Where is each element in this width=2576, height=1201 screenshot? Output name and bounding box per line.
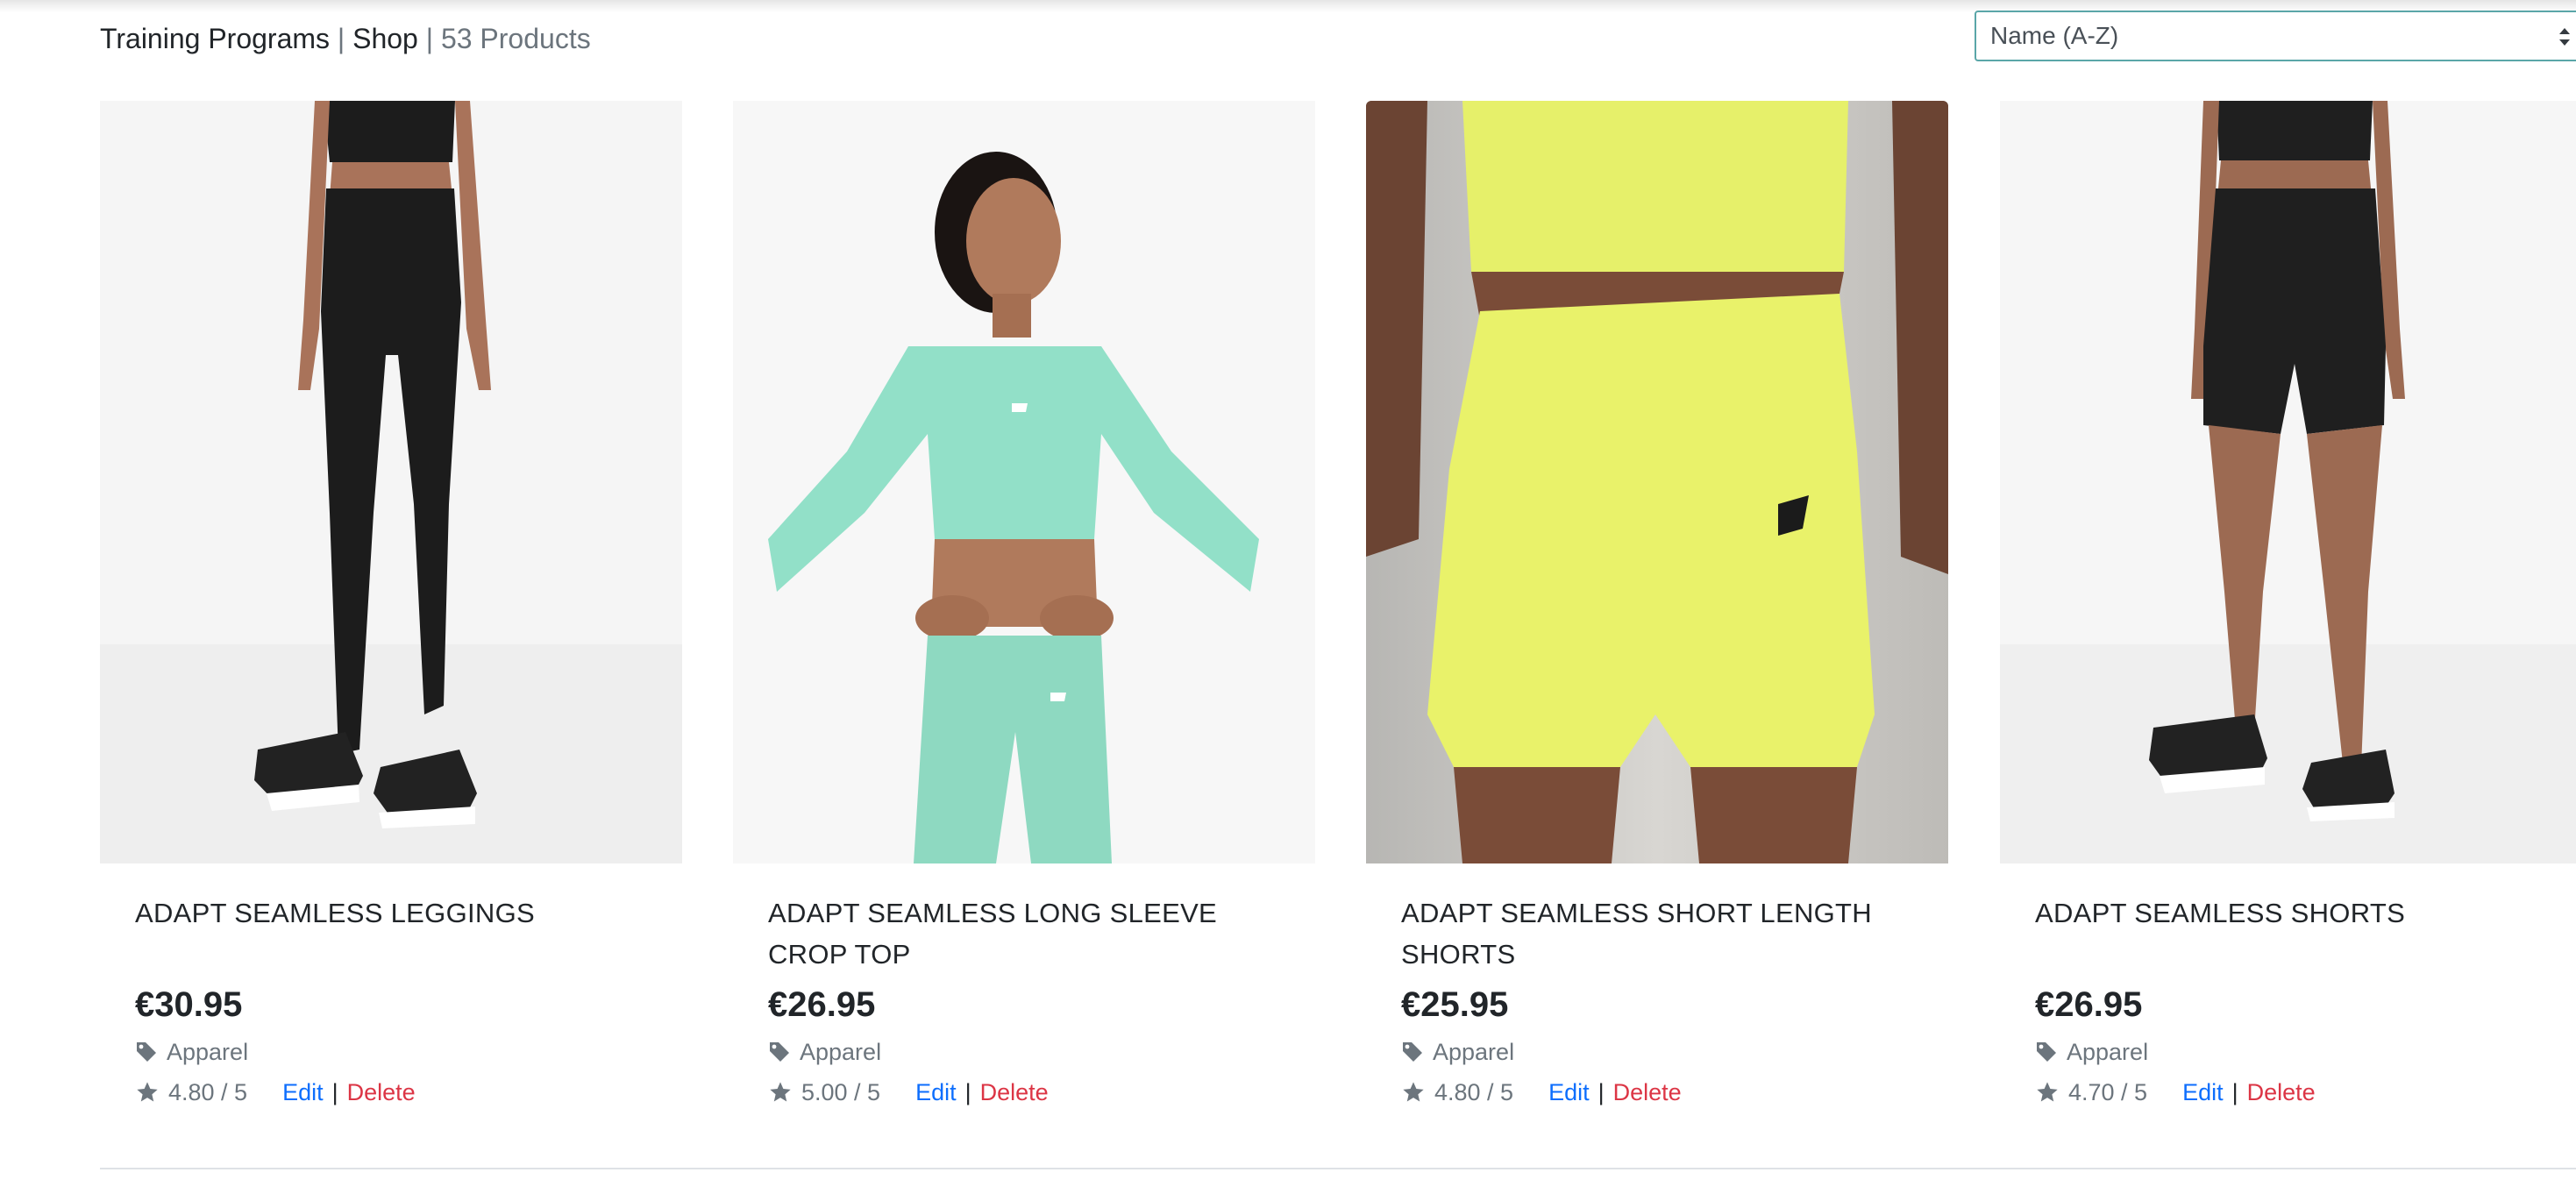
link-separator: |: [2231, 1079, 2238, 1105]
star-icon: [1403, 1082, 1424, 1102]
product-price: €30.95: [135, 985, 243, 1024]
link-separator: |: [331, 1079, 338, 1105]
product-image[interactable]: [733, 101, 1315, 863]
product-category: Apparel: [135, 1036, 647, 1068]
product-card[interactable]: ADAPT SEAMLESS SHORTS €26.95 Apparel 4.7…: [2000, 101, 2576, 1108]
product-meta: 5.00 / 5 Edit | Delete: [768, 1077, 1280, 1108]
edit-link[interactable]: Edit: [1548, 1077, 1590, 1108]
product-image[interactable]: [2000, 101, 2576, 863]
star-icon: [137, 1082, 158, 1102]
product-price: €26.95: [2035, 985, 2143, 1024]
edit-link[interactable]: Edit: [2182, 1077, 2224, 1108]
product-rating: 4.80 / 5: [168, 1079, 248, 1105]
product-card-body: ADAPT SEAMLESS LONG SLEEVE CROP TOP €26.…: [733, 892, 1315, 1108]
delete-link[interactable]: Delete: [1613, 1077, 1682, 1108]
edit-link[interactable]: Edit: [282, 1077, 324, 1108]
product-meta: 4.80 / 5 Edit | Delete: [135, 1077, 647, 1108]
product-photo-shorts: [2000, 101, 2576, 863]
product-photo-crop-top: [733, 101, 1315, 863]
star-icon: [2037, 1082, 2058, 1102]
product-category: Apparel: [1401, 1036, 1913, 1068]
sort-arrows-icon: [2559, 28, 2570, 46]
sort-select-value: Name (A-Z): [1990, 22, 2119, 49]
product-category-label: Apparel: [2067, 1039, 2149, 1065]
delete-link[interactable]: Delete: [347, 1077, 416, 1108]
product-card-body: ADAPT SEAMLESS SHORT LENGTH SHORTS €25.9…: [1366, 892, 1948, 1108]
delete-link[interactable]: Delete: [2247, 1077, 2316, 1108]
link-separator: |: [964, 1079, 971, 1105]
product-rating: 4.80 / 5: [1434, 1079, 1514, 1105]
product-image[interactable]: [1366, 101, 1948, 863]
tag-icon: [137, 1042, 156, 1062]
product-photo-short-length-shorts: [1366, 101, 1948, 863]
product-meta: 4.70 / 5 Edit | Delete: [2035, 1077, 2547, 1108]
star-icon: [770, 1082, 791, 1102]
breadcrumb-training-programs[interactable]: Training Programs: [100, 23, 330, 54]
breadcrumb-separator: |: [417, 23, 441, 54]
product-price: €25.95: [1401, 985, 1509, 1024]
product-rating: 5.00 / 5: [801, 1079, 881, 1105]
product-category-label: Apparel: [1433, 1039, 1515, 1065]
product-title[interactable]: ADAPT SEAMLESS SHORTS: [2035, 892, 2547, 975]
breadcrumb-separator: |: [330, 23, 353, 54]
product-title[interactable]: ADAPT SEAMLESS LONG SLEEVE CROP TOP: [768, 892, 1280, 975]
product-category: Apparel: [2035, 1036, 2547, 1068]
product-card-body: ADAPT SEAMLESS LEGGINGS €30.95 Apparel 4…: [100, 892, 682, 1108]
tag-icon: [770, 1042, 789, 1062]
product-card[interactable]: ADAPT SEAMLESS LEGGINGS €30.95 Apparel 4…: [100, 101, 682, 1108]
product-category-label: Apparel: [800, 1039, 882, 1065]
product-title[interactable]: ADAPT SEAMLESS LEGGINGS: [135, 892, 647, 975]
product-category-label: Apparel: [167, 1039, 249, 1065]
product-rating: 4.70 / 5: [2068, 1079, 2148, 1105]
link-separator: |: [1598, 1079, 1605, 1105]
edit-link[interactable]: Edit: [915, 1077, 957, 1108]
section-divider: [100, 1168, 2576, 1169]
product-category: Apparel: [768, 1036, 1280, 1068]
sort-select[interactable]: Name (A-Z): [1975, 11, 2576, 61]
breadcrumb-shop[interactable]: Shop: [352, 23, 418, 54]
delete-link[interactable]: Delete: [980, 1077, 1049, 1108]
product-card[interactable]: ADAPT SEAMLESS SHORT LENGTH SHORTS €25.9…: [1366, 101, 1948, 1108]
product-photo-leggings: [100, 101, 682, 863]
tag-icon: [2037, 1042, 2056, 1062]
product-image[interactable]: [100, 101, 682, 863]
tag-icon: [1403, 1042, 1422, 1062]
product-title[interactable]: ADAPT SEAMLESS SHORT LENGTH SHORTS: [1401, 892, 1913, 975]
product-card-body: ADAPT SEAMLESS SHORTS €26.95 Apparel 4.7…: [2000, 892, 2576, 1108]
product-meta: 4.80 / 5 Edit | Delete: [1401, 1077, 1913, 1108]
product-count: 53 Products: [440, 23, 591, 54]
breadcrumb: Training Programs | Shop | 53 Products: [100, 19, 591, 58]
product-price: €26.95: [768, 985, 876, 1024]
product-card[interactable]: ADAPT SEAMLESS LONG SLEEVE CROP TOP €26.…: [733, 101, 1315, 1108]
